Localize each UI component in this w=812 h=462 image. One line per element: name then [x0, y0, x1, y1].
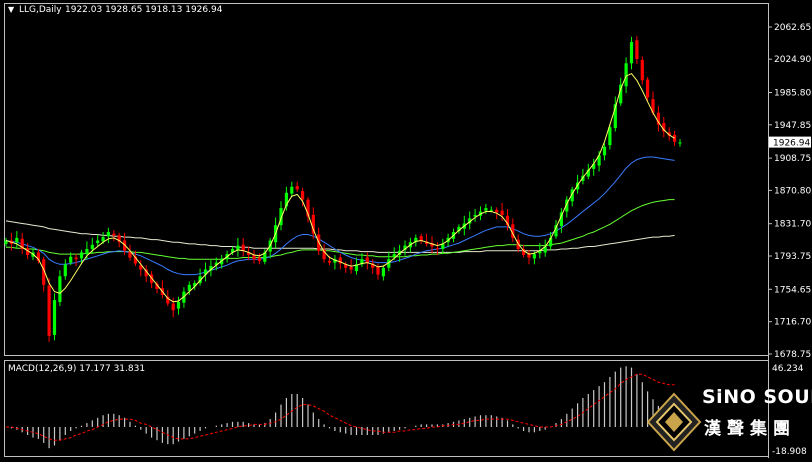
candle-body	[365, 257, 369, 263]
watermark-title: SiNO SOUND	[702, 386, 812, 408]
macd-label: MACD(12,26,9) 17.177 31.831	[8, 364, 145, 374]
candle-body	[678, 142, 682, 144]
candle-body	[435, 248, 439, 250]
sino-sound-watermark: SiNO SOUND 漢聲集團	[646, 384, 812, 458]
candle-body	[171, 303, 175, 311]
price-tick-label: 1678.75	[774, 350, 811, 360]
price-tick-label: 2024.90	[774, 55, 811, 65]
price-tick-label: 1831.70	[774, 220, 811, 230]
diamond-logo-icon	[646, 392, 702, 452]
candle-body	[640, 59, 644, 81]
price-tick-label: 1793.75	[774, 252, 811, 262]
candle-body	[96, 240, 100, 244]
candle-body	[532, 254, 536, 259]
watermark-subtitle: 漢聲集團	[704, 419, 796, 439]
candle-body	[90, 244, 94, 250]
candle-body	[236, 245, 240, 250]
candle-body	[419, 236, 423, 241]
current-price-label: 1926.94	[773, 139, 810, 149]
candle-body	[106, 232, 110, 237]
candle-body	[241, 244, 245, 251]
candle-body	[290, 186, 294, 194]
candle-body	[295, 186, 299, 190]
ohlc-readout: 1922.03 1928.65 1918.13 1926.94	[65, 5, 223, 15]
price-tick-label: 1870.80	[774, 186, 811, 196]
candle-body	[63, 264, 67, 277]
candle-body	[381, 267, 385, 277]
candle-body	[257, 257, 261, 261]
chart-menu-arrow-icon[interactable]: ▼	[8, 5, 15, 14]
price-tick-label: 2062.65	[774, 23, 811, 33]
candle-body	[47, 285, 51, 336]
candle-body	[495, 209, 499, 213]
candle-body	[484, 208, 488, 211]
candle-body	[85, 249, 89, 255]
symbol-label: LLG,Daily	[19, 5, 62, 15]
price-tick-label: 1985.80	[774, 89, 811, 99]
candle-body	[301, 191, 305, 200]
candle-body	[489, 209, 493, 211]
candle-body	[629, 42, 634, 64]
trading-chart-window[interactable]: 2062.65 2024.90 1985.80 1947.85 1908.75 1870.…	[0, 0, 812, 458]
candle-body	[624, 63, 628, 87]
candle-body	[646, 79, 650, 98]
candle-body	[15, 237, 19, 243]
candle-body	[74, 257, 78, 260]
candle-body	[602, 146, 607, 156]
candle-body	[176, 301, 181, 309]
price-tick-label: 1716.70	[774, 318, 811, 328]
candle-body	[58, 276, 62, 302]
candle-body	[608, 127, 612, 146]
price-tick-label: 1754.65	[774, 285, 811, 295]
candle-body	[79, 252, 84, 259]
price-tick-label: 1908.75	[774, 154, 811, 164]
candle-body	[376, 266, 380, 275]
candle-body	[349, 266, 353, 270]
candle-body	[327, 260, 332, 263]
candle-body	[112, 233, 116, 236]
candle-body	[635, 40, 639, 59]
candle-body	[52, 300, 57, 335]
price-tick-label: 1947.85	[774, 121, 811, 131]
candle-body	[101, 237, 105, 242]
candle-body	[69, 256, 73, 263]
candle-body	[500, 210, 504, 215]
macd-scale-top: 46.234	[772, 364, 804, 374]
